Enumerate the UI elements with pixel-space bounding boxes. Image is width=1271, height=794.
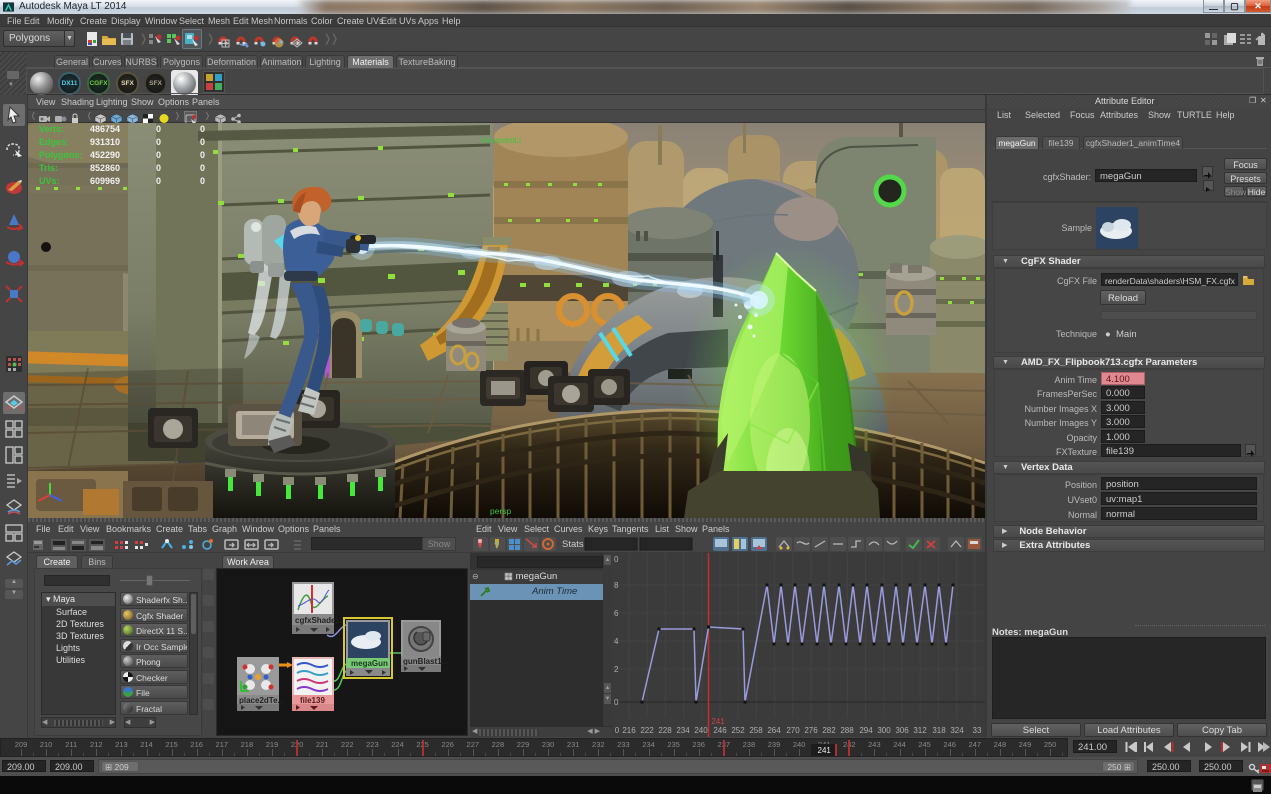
svg-text:0: 0	[156, 124, 161, 134]
svg-text:246: 246	[713, 726, 727, 735]
svg-text:228: 228	[658, 726, 672, 735]
svg-text:241: 241	[711, 717, 725, 726]
svg-text:?: ?	[494, 541, 499, 550]
svg-text:306: 306	[895, 726, 909, 735]
svg-text:264: 264	[767, 726, 781, 735]
svg-text:0: 0	[156, 150, 161, 160]
svg-text:UVs:: UVs:	[39, 176, 60, 186]
svg-text:852860: 852860	[90, 163, 120, 173]
svg-text:Verts:: Verts:	[39, 124, 64, 134]
svg-text:8: 8	[614, 581, 619, 590]
svg-text:0: 0	[200, 137, 205, 147]
svg-text:0: 0	[614, 555, 619, 564]
svg-text:234: 234	[676, 726, 690, 735]
svg-text:persp: persp	[490, 506, 512, 516]
svg-text:609969: 609969	[90, 176, 120, 186]
svg-text:0: 0	[200, 163, 205, 173]
svg-text:33: 33	[973, 726, 982, 735]
svg-text:931310: 931310	[90, 137, 120, 147]
svg-text:294: 294	[859, 726, 873, 735]
svg-text:Tris:: Tris:	[39, 163, 58, 173]
svg-text:216: 216	[622, 726, 636, 735]
svg-text:6: 6	[614, 609, 619, 618]
svg-text:0: 0	[156, 163, 161, 173]
svg-text:place2dTe...: place2dTe...	[239, 696, 284, 705]
svg-text:gunBlast1...: gunBlast1...	[403, 657, 448, 666]
svg-text:240: 240	[694, 726, 708, 735]
svg-text:324: 324	[950, 726, 964, 735]
svg-text:0: 0	[200, 124, 205, 134]
svg-text:312: 312	[913, 726, 927, 735]
svg-text:270: 270	[786, 726, 800, 735]
svg-text:Stats: Stats	[562, 539, 584, 550]
svg-text:0: 0	[156, 176, 161, 186]
svg-text:258: 258	[749, 726, 763, 735]
svg-text:4: 4	[614, 637, 619, 646]
svg-text:282: 282	[822, 726, 836, 735]
svg-text:Polygons:: Polygons:	[39, 150, 83, 160]
svg-text:300: 300	[877, 726, 891, 735]
svg-text:0: 0	[615, 726, 620, 735]
svg-text:0: 0	[200, 150, 205, 160]
svg-text:Edges:: Edges:	[39, 137, 69, 147]
svg-text:0: 0	[200, 176, 205, 186]
svg-text:252: 252	[731, 726, 745, 735]
svg-text:276: 276	[804, 726, 818, 735]
svg-text:cgfxShade...: cgfxShade...	[295, 616, 342, 625]
svg-text:2: 2	[614, 665, 619, 674]
svg-text:318: 318	[932, 726, 946, 735]
svg-text:0: 0	[156, 137, 161, 147]
svg-text:452290: 452290	[90, 150, 120, 160]
svg-text:222: 222	[640, 726, 654, 735]
svg-text:file139: file139	[300, 696, 325, 705]
svg-text:288: 288	[840, 726, 854, 735]
svg-text:ViewpointLt: ViewpointLt	[480, 136, 522, 145]
svg-text:0: 0	[614, 698, 619, 707]
svg-text:megaGun: megaGun	[351, 659, 388, 668]
svg-text:486754: 486754	[90, 124, 120, 134]
